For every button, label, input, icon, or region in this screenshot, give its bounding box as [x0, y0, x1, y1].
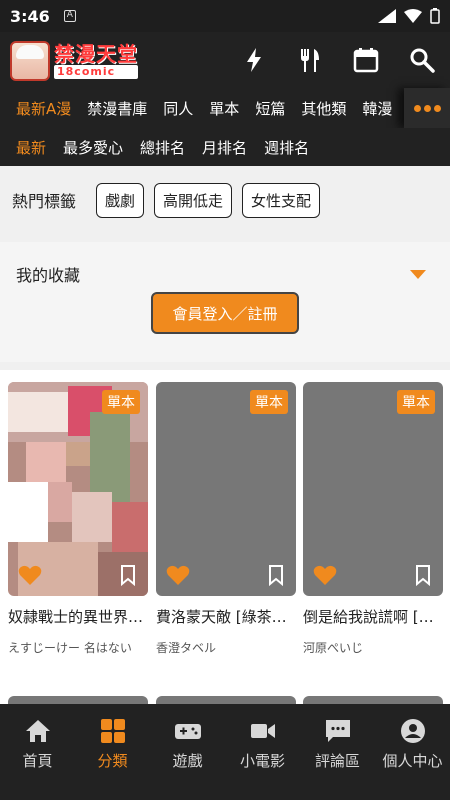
tab-doujin[interactable]: 同人 — [163, 98, 193, 119]
comic-cover[interactable]: 單本 — [156, 382, 296, 596]
favorites-section: 我的收藏 會員登入／註冊 — [0, 242, 450, 362]
more-dot-icon — [433, 104, 441, 112]
grid-icon — [100, 719, 125, 743]
tab-library[interactable]: 禁漫書庫 — [87, 98, 147, 119]
lightning-icon[interactable] — [240, 46, 268, 74]
gamepad-icon — [174, 724, 201, 739]
comic-cover[interactable]: 單本 — [303, 382, 443, 596]
more-dot-icon — [413, 104, 421, 112]
nav-label: 分類 — [97, 752, 128, 770]
hot-tags-section: 熱門標籤 戲劇 高開低走 女性支配 — [0, 166, 450, 234]
heart-icon[interactable] — [313, 564, 337, 586]
sort-weekly-rank[interactable]: 週排名 — [264, 137, 309, 158]
tag-chip[interactable]: 高開低走 — [154, 182, 233, 218]
bottom-navigation: 首頁 分類 遊戲 小電影 評論區 個人中心 — [0, 704, 450, 800]
app-logo[interactable]: 禁漫天堂 18comic — [10, 39, 138, 83]
tag-chip[interactable]: 戲劇 — [96, 182, 145, 218]
bookmark-icon[interactable] — [266, 564, 286, 586]
nav-profile[interactable]: 個人中心 — [375, 704, 450, 800]
calendar-icon[interactable] — [352, 46, 380, 74]
notification-icon: A — [63, 10, 76, 22]
comic-card[interactable]: 單本 倒是給我說謊啊 [… 河原ぺいじ — [303, 382, 443, 656]
type-badge: 單本 — [397, 390, 435, 414]
comic-author: 香澄タベル — [156, 641, 217, 655]
heart-icon[interactable] — [166, 564, 190, 586]
nav-games[interactable]: 遊戲 — [150, 704, 225, 800]
logo-mascot — [10, 41, 50, 81]
bookmark-icon[interactable] — [118, 564, 138, 586]
more-dot-icon — [423, 104, 431, 112]
type-badge: 單本 — [102, 390, 140, 414]
category-tabs: 最新A漫 禁漫書庫 同人 單本 短篇 其他類 韓漫 — [0, 88, 450, 128]
nav-label: 首頁 — [22, 752, 53, 770]
battery-icon — [430, 8, 440, 24]
nav-categories[interactable]: 分類 — [75, 704, 150, 800]
more-tabs-button[interactable] — [404, 88, 450, 128]
signal-icon — [378, 9, 396, 23]
status-bar: 3:46 A — [0, 0, 450, 32]
comic-title[interactable]: 奴隷戰士的異世界… — [8, 606, 148, 627]
logo-title: 禁漫天堂 — [54, 42, 138, 66]
sort-latest[interactable]: 最新 — [16, 137, 46, 158]
tab-latest-a[interactable]: 最新A漫 — [16, 98, 71, 119]
comic-cover[interactable]: 單本 — [8, 382, 148, 596]
nav-label: 遊戲 — [172, 752, 203, 770]
nav-label: 小電影 — [239, 752, 285, 770]
chat-icon — [325, 720, 350, 742]
comic-title[interactable]: 倒是給我說謊啊 [… — [303, 606, 443, 627]
nav-comments[interactable]: 評論區 — [300, 704, 375, 800]
favorites-title: 我的收藏 — [16, 266, 81, 285]
tab-other[interactable]: 其他類 — [301, 98, 346, 119]
tab-korean[interactable]: 韓漫 — [362, 98, 392, 119]
comic-author: 河原ぺいじ — [303, 641, 364, 655]
sort-most-liked[interactable]: 最多愛心 — [63, 137, 123, 158]
bookmark-icon[interactable] — [413, 564, 433, 586]
heart-icon[interactable] — [18, 564, 42, 586]
nav-home[interactable]: 首頁 — [0, 704, 75, 800]
comic-author: えすじーけー 名はない — [8, 641, 132, 655]
tab-single[interactable]: 單本 — [209, 98, 239, 119]
restaurant-icon[interactable] — [296, 46, 324, 74]
comic-card[interactable]: 單本 奴隷戰士的異世界… えすじーけー 名はない — [8, 382, 148, 656]
login-register-button[interactable]: 會員登入／註冊 — [151, 292, 299, 334]
app-bar: 禁漫天堂 18comic — [0, 32, 450, 88]
sort-tabs: 最新 最多愛心 總排名 月排名 週排名 — [0, 128, 450, 166]
sort-monthly-rank[interactable]: 月排名 — [202, 137, 247, 158]
logo-subtitle: 18comic — [54, 65, 138, 79]
comic-title[interactable]: 費洛蒙天敵 [綠茶… — [156, 606, 296, 627]
person-icon — [400, 719, 425, 743]
nav-videos[interactable]: 小電影 — [225, 704, 300, 800]
video-icon — [250, 724, 275, 738]
tag-chip[interactable]: 女性支配 — [242, 182, 321, 218]
type-badge: 單本 — [250, 390, 288, 414]
wifi-icon — [404, 9, 422, 23]
chevron-down-icon[interactable] — [410, 270, 426, 279]
sort-overall-rank[interactable]: 總排名 — [140, 137, 185, 158]
home-icon — [25, 720, 50, 742]
tab-short[interactable]: 短篇 — [255, 98, 285, 119]
search-icon[interactable] — [408, 46, 436, 74]
comic-grid: 單本 奴隷戰士的異世界… えすじーけー 名はない 單本 費洛蒙天敵 [綠茶… 香… — [0, 370, 450, 716]
comic-card[interactable]: 單本 費洛蒙天敵 [綠茶… 香澄タベル — [156, 382, 296, 656]
nav-label: 個人中心 — [382, 752, 443, 770]
hot-tags-label: 熱門標籤 — [12, 192, 77, 211]
status-time: 3:46 — [10, 6, 50, 26]
nav-label: 評論區 — [314, 752, 360, 770]
